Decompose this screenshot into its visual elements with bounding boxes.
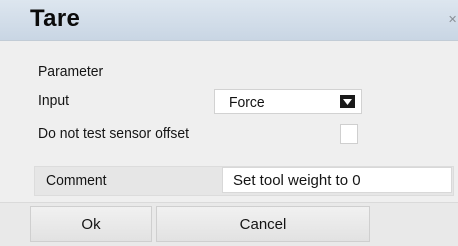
- cancel-button[interactable]: Cancel: [156, 206, 370, 242]
- sensor-offset-checkbox[interactable]: [340, 124, 358, 144]
- tare-dialog: Tare ✕ Parameter Input Force Do not test…: [0, 0, 458, 246]
- comment-label: Comment: [46, 172, 107, 189]
- dialog-title: Tare: [30, 5, 81, 32]
- input-label: Input: [38, 92, 70, 109]
- parameter-heading: Parameter: [38, 63, 104, 80]
- dropdown-arrow-icon[interactable]: [340, 95, 355, 108]
- ok-button[interactable]: Ok: [30, 206, 152, 242]
- input-select-value: Force: [229, 94, 265, 111]
- comment-input[interactable]: [222, 167, 452, 193]
- input-select[interactable]: Force: [214, 89, 362, 114]
- close-icon[interactable]: ✕: [448, 14, 456, 26]
- title-bar: Tare ✕: [0, 0, 458, 41]
- sensor-offset-label: Do not test sensor offset: [38, 125, 189, 142]
